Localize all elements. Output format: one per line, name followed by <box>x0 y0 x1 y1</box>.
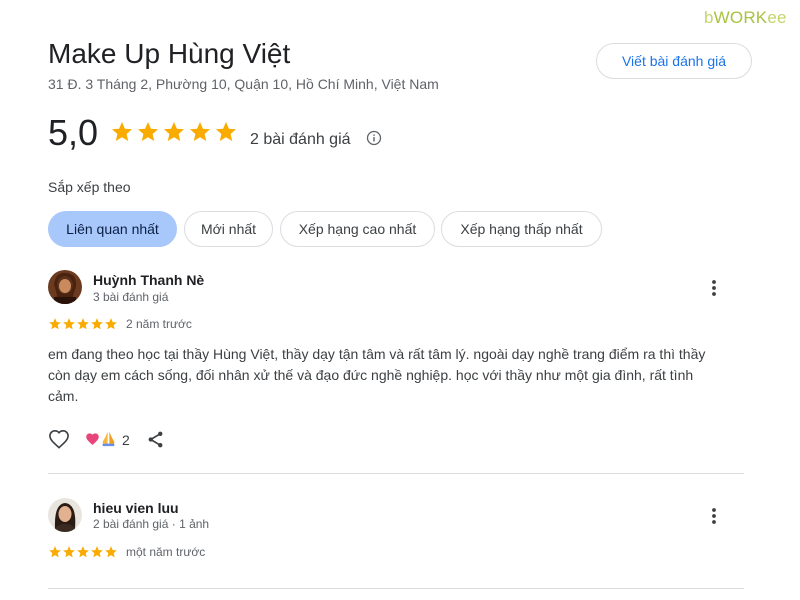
review-stars <box>48 317 118 331</box>
write-review-button[interactable]: Viết bài đánh giá <box>596 43 752 79</box>
bworkee-watermark: bWORKee <box>704 8 787 28</box>
avatar[interactable] <box>48 270 82 304</box>
avatar[interactable] <box>48 498 82 532</box>
place-title: Make Up Hùng Việt <box>48 38 291 69</box>
star-icon <box>91 318 103 330</box>
reaction-count: 2 <box>122 432 130 448</box>
sort-chip-most-relevant[interactable]: Liên quan nhất <box>48 211 177 247</box>
star-icon <box>216 122 236 141</box>
star-icon <box>105 318 117 330</box>
star-icon <box>138 122 158 141</box>
review-stars <box>48 545 118 559</box>
star-icon <box>63 546 75 558</box>
review-time: một năm trước <box>126 545 206 559</box>
star-icon <box>190 122 210 141</box>
sort-chip-lowest-rating[interactable]: Xếp hạng thấp nhất <box>441 211 602 247</box>
review-time: 2 năm trước <box>126 317 192 331</box>
total-review-count: 2 bài đánh giá <box>250 131 351 148</box>
star-icon <box>91 546 103 558</box>
watermark-part-2: WORK <box>713 8 768 27</box>
review-text: em đang theo học tại thầy Hùng Việt, thầ… <box>48 346 706 404</box>
watermark-part-3: ee <box>767 8 787 27</box>
star-icon <box>112 122 132 141</box>
reviewer-name[interactable]: hieu vien luu <box>93 500 179 516</box>
more-vert-icon[interactable] <box>704 506 724 526</box>
star-icon <box>77 318 89 330</box>
avatar-photo <box>48 270 82 304</box>
review-card <box>48 270 82 304</box>
info-icon[interactable] <box>366 130 382 146</box>
average-rating: 5,0 <box>48 112 99 153</box>
star-icon <box>164 122 184 141</box>
pray-reaction-icon[interactable] <box>100 430 117 447</box>
review-divider <box>48 588 744 589</box>
review-divider <box>48 473 744 474</box>
sort-label: Sắp xếp theo <box>48 179 131 195</box>
sort-chip-highest-rating[interactable]: Xếp hạng cao nhất <box>280 211 435 247</box>
star-icon <box>63 318 75 330</box>
reviewer-meta: 3 bài đánh giá <box>93 290 169 304</box>
sort-chip-newest[interactable]: Mới nhất <box>184 211 273 247</box>
star-icon <box>105 546 117 558</box>
star-icon <box>77 546 89 558</box>
heart-reaction-icon[interactable] <box>85 432 100 446</box>
average-rating-stars <box>110 120 238 152</box>
reviewer-meta: 2 bài đánh giá · 1 ảnh <box>93 517 210 531</box>
share-icon[interactable] <box>146 430 165 449</box>
star-icon <box>49 318 61 330</box>
like-heart-icon[interactable] <box>48 429 70 449</box>
watermark-part-1: b <box>704 8 714 27</box>
more-vert-icon[interactable] <box>704 278 724 298</box>
place-address: 31 Đ. 3 Tháng 2, Phường 10, Quận 10, Hồ … <box>48 76 439 92</box>
avatar-photo <box>48 498 82 532</box>
reviewer-name[interactable]: Huỳnh Thanh Nè <box>93 272 204 288</box>
star-icon <box>49 546 61 558</box>
review-card <box>48 498 82 532</box>
